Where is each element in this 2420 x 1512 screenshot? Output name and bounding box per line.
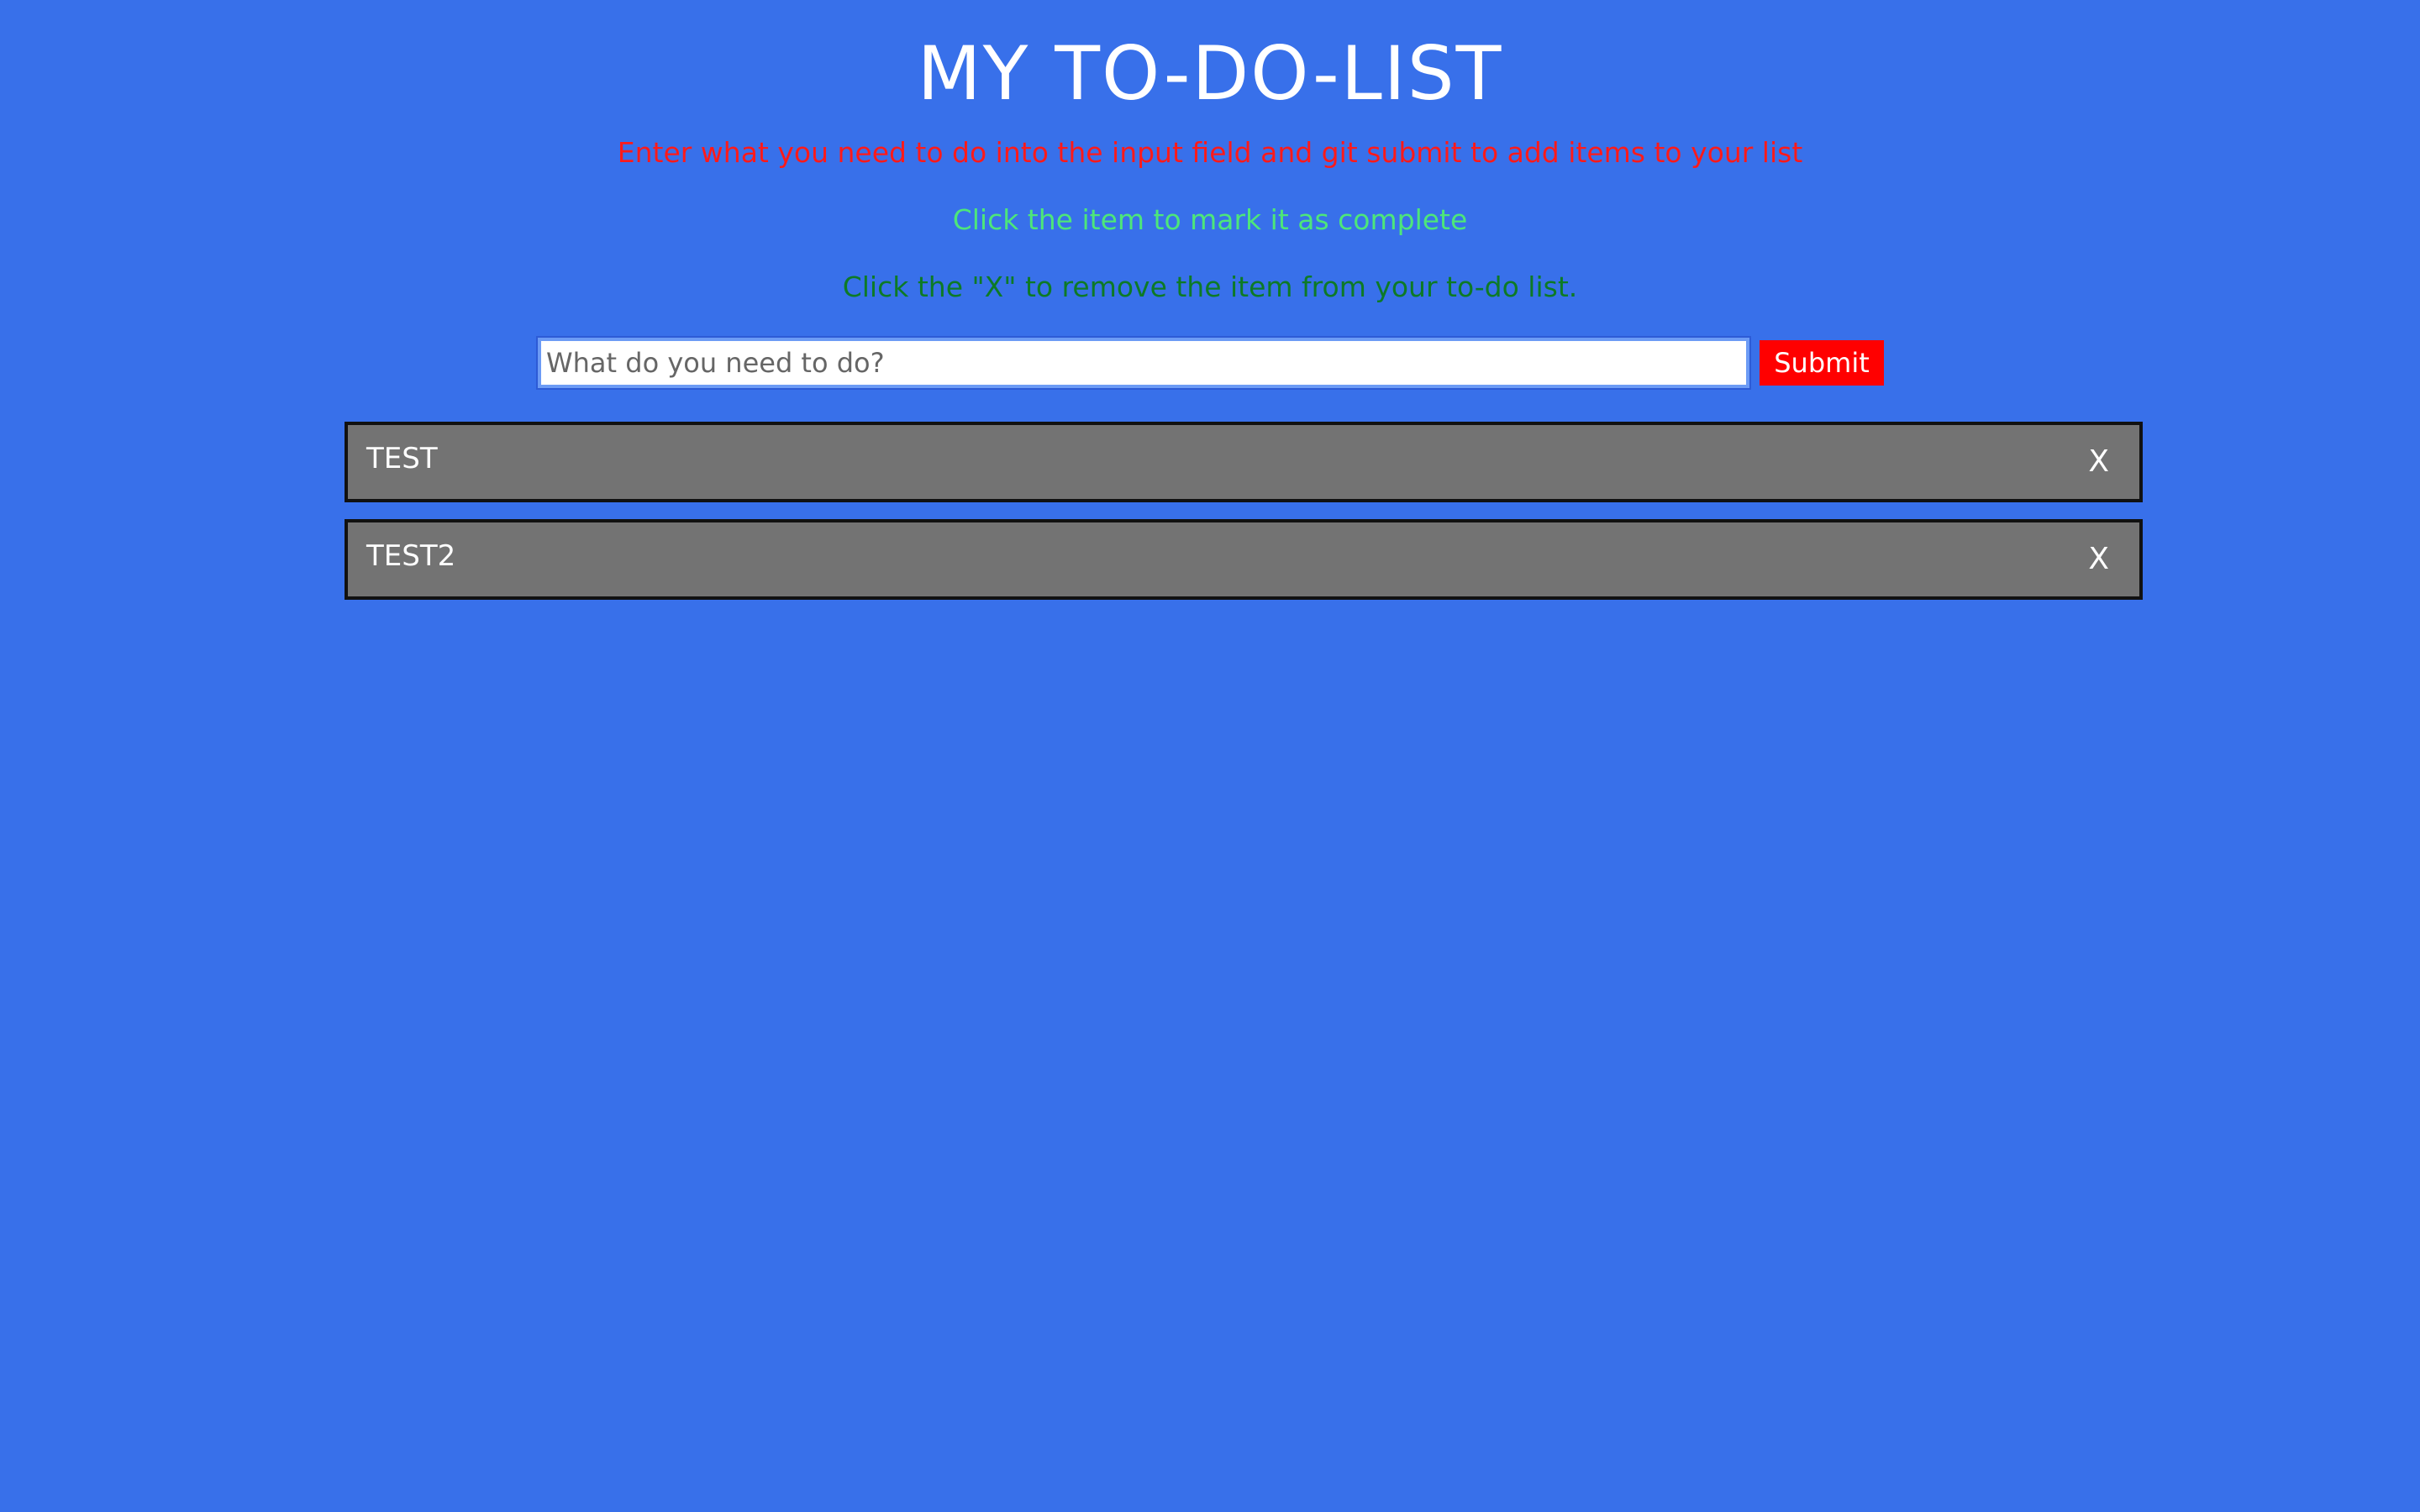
- todo-list: TEST X TEST2 X: [345, 422, 2143, 617]
- instruction-mark-complete: Click the item to mark it as complete: [952, 203, 1468, 236]
- page: MY TO-DO-LIST Enter what you need to do …: [0, 0, 2420, 1512]
- remove-item-button[interactable]: X: [2088, 445, 2109, 479]
- todo-item-text[interactable]: TEST2: [366, 539, 455, 573]
- instruction-remove-item: Click the "X" to remove the item from yo…: [842, 270, 1578, 303]
- todo-item[interactable]: TEST X: [345, 422, 2143, 502]
- remove-item-button[interactable]: X: [2088, 543, 2109, 576]
- instruction-add-items: Enter what you need to do into the input…: [617, 136, 1803, 169]
- add-todo-form: Submit: [536, 336, 1884, 390]
- todo-input[interactable]: [536, 336, 1751, 390]
- todo-item-text[interactable]: TEST: [366, 442, 438, 475]
- submit-button[interactable]: Submit: [1760, 340, 1884, 386]
- page-title: MY TO-DO-LIST: [917, 30, 1503, 117]
- todo-item[interactable]: TEST2 X: [345, 519, 2143, 600]
